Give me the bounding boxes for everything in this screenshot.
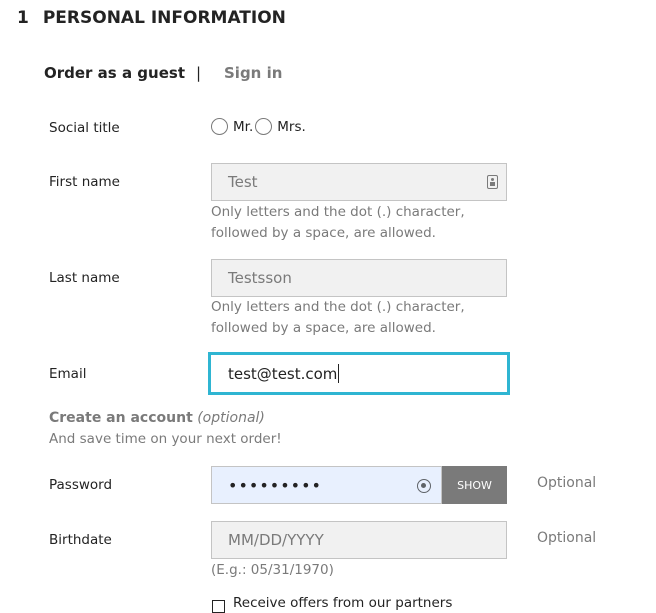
radio-mrs-label[interactable]: Mrs. [277, 119, 306, 135]
birthdate-optional: Optional [537, 530, 597, 546]
tab-order-as-guest[interactable]: Order as a guest [44, 64, 185, 82]
last-name-hint: Only letters and the dot (.) character, … [211, 297, 465, 339]
email-input[interactable]: test@test.com [208, 352, 510, 395]
birthdate-input[interactable]: MM/DD/YYYY [211, 521, 507, 559]
radio-mrs[interactable] [255, 118, 273, 135]
email-label: Email [49, 366, 87, 382]
birthdate-example: (E.g.: 05/31/1970) [211, 562, 334, 578]
radio-mr-label[interactable]: Mr. [233, 119, 253, 135]
password-value: ••••••••• [228, 475, 322, 495]
first-name-input[interactable]: Test [211, 163, 507, 201]
create-account-subtitle: And save time on your next order! [49, 431, 282, 447]
tab-separator: | [196, 64, 202, 82]
step-number: 1 [17, 8, 29, 28]
offers-checkbox[interactable] [212, 600, 225, 613]
autofill-contact-icon[interactable] [487, 175, 498, 189]
password-label: Password [49, 477, 113, 493]
social-title-radio-group: Mr. Mrs. [211, 118, 308, 135]
first-name-hint-line1: Only letters and the dot (.) character, [211, 204, 465, 220]
last-name-hint-line1: Only letters and the dot (.) character, [211, 299, 465, 315]
text-caret [338, 364, 340, 383]
create-account-heading: Create an account (optional) [49, 410, 265, 426]
create-account-title: Create an account [49, 410, 193, 426]
step-title: PERSONAL INFORMATION [42, 8, 286, 28]
first-name-hint: Only letters and the dot (.) character, … [211, 202, 465, 244]
step-header: 1 PERSONAL INFORMATION [17, 8, 286, 28]
radio-mr[interactable] [211, 118, 228, 135]
password-input[interactable]: ••••••••• [211, 466, 442, 504]
last-name-value: Testsson [228, 269, 292, 287]
last-name-hint-line2: followed by a space, are allowed. [211, 320, 436, 336]
birthdate-label: Birthdate [49, 532, 112, 548]
last-name-input[interactable]: Testsson [211, 259, 507, 297]
show-password-button[interactable]: SHOW [442, 466, 507, 504]
password-manager-icon[interactable] [417, 479, 431, 493]
birthdate-placeholder: MM/DD/YYYY [228, 531, 324, 549]
social-title-label: Social title [49, 120, 120, 136]
first-name-value: Test [228, 173, 258, 191]
create-account-optional: (optional) [197, 410, 265, 426]
last-name-label: Last name [49, 270, 120, 286]
offers-label[interactable]: Receive offers from our partners [233, 595, 452, 611]
tab-sign-in[interactable]: Sign in [224, 64, 282, 82]
first-name-hint-line2: followed by a space, are allowed. [211, 225, 436, 241]
email-value: test@test.com [228, 364, 338, 383]
first-name-label: First name [49, 174, 120, 190]
password-optional: Optional [537, 475, 597, 491]
